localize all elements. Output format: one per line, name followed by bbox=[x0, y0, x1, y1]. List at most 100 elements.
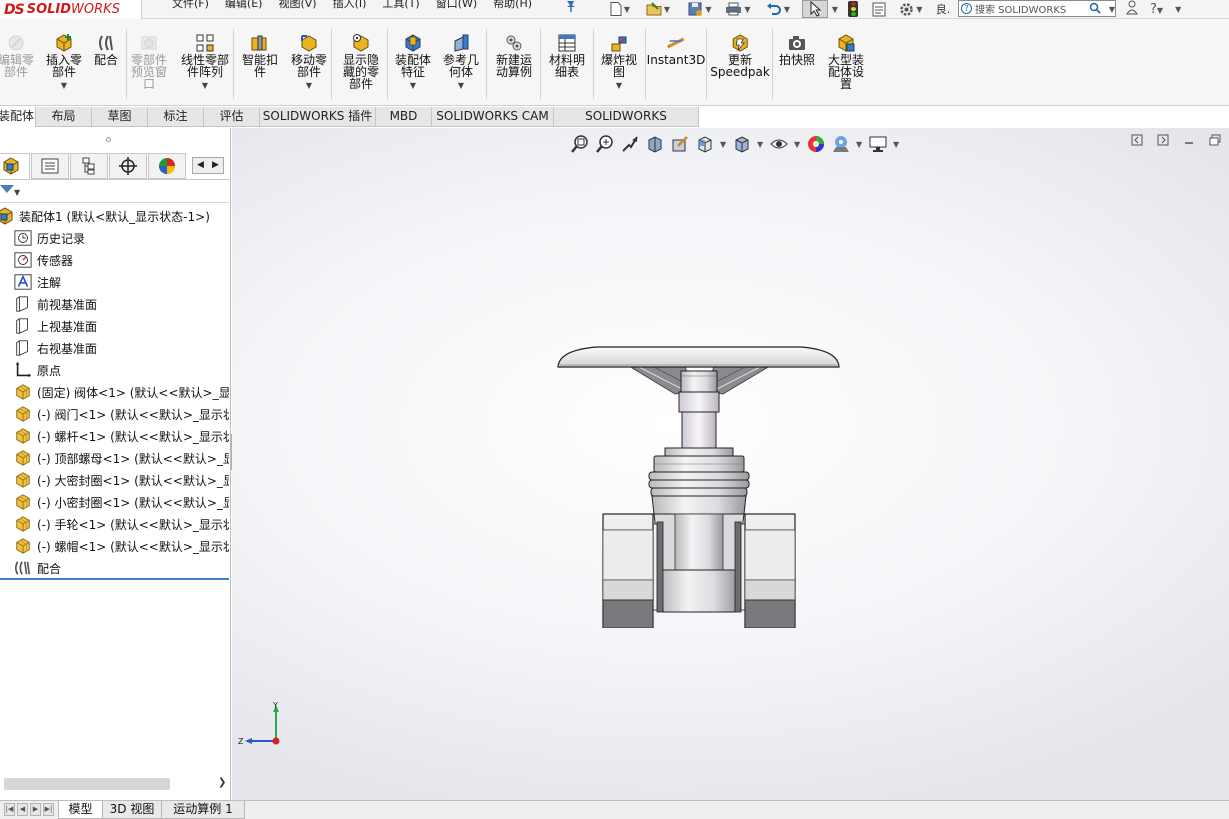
tab-inspection[interactable]: SOLIDWORKS Inspection bbox=[553, 107, 699, 142]
display-style-dropdown[interactable]: ▼ bbox=[757, 140, 764, 149]
graphics-area[interactable]: ▼ ▼ ▼ ▼ ▼ Y Z bbox=[232, 128, 1229, 800]
dynamic-annotation-icon[interactable] bbox=[670, 134, 690, 154]
tab-model[interactable]: 模型 bbox=[58, 801, 103, 819]
pin-icon[interactable] bbox=[564, 0, 578, 12]
view-settings-dropdown[interactable]: ▼ bbox=[893, 140, 900, 149]
ribbon-dropdown-arrow-icon[interactable]: ▼ bbox=[458, 82, 464, 90]
user-icon[interactable] bbox=[1126, 0, 1138, 19]
ribbon-dropdown-arrow-icon[interactable]: ▼ bbox=[410, 82, 416, 90]
tree-component-item[interactable]: (-) 手轮<1> (默认<<默认>_显示状 bbox=[14, 513, 229, 535]
view-orientation-icon[interactable] bbox=[695, 134, 715, 154]
tab-motion-study[interactable]: 运动算例 1 bbox=[161, 801, 245, 819]
file-properties-button[interactable] bbox=[870, 0, 888, 18]
section-view-icon[interactable] bbox=[645, 134, 665, 154]
menu-view[interactable]: 视图(V) bbox=[276, 0, 330, 17]
display-style-icon[interactable] bbox=[732, 134, 752, 154]
menu-tools[interactable]: 工具(T) bbox=[380, 0, 433, 17]
tab-property-manager[interactable] bbox=[31, 153, 69, 179]
ribbon-snapshot-camera-button[interactable]: 拍快照 bbox=[779, 33, 815, 66]
select-dropdown[interactable]: ▼ bbox=[830, 0, 838, 18]
ribbon-reference-geometry-button[interactable]: 参考几 何体 ▼ bbox=[443, 33, 479, 90]
tree-item[interactable]: 注解 bbox=[14, 271, 229, 293]
view-settings-icon[interactable] bbox=[868, 134, 888, 154]
tab-display-manager[interactable] bbox=[148, 153, 186, 179]
tab-sketch[interactable]: 草图 bbox=[91, 107, 148, 127]
apply-scene-dropdown[interactable]: ▼ bbox=[856, 140, 863, 149]
hide-show-items-icon[interactable] bbox=[769, 134, 789, 154]
panel-collapse-handle[interactable] bbox=[106, 137, 111, 142]
last-tab-icon[interactable]: ▶| bbox=[43, 803, 54, 816]
new-document-button[interactable]: ▼ bbox=[604, 0, 636, 18]
tree-item[interactable]: 前视基准面 bbox=[14, 293, 229, 315]
ribbon-component-preview-button[interactable]: 零部件 预览窗 口 bbox=[131, 33, 167, 90]
filter-dropdown-icon[interactable]: ▼ bbox=[14, 188, 20, 197]
view-orientation-dropdown[interactable]: ▼ bbox=[720, 140, 727, 149]
previous-view-icon[interactable] bbox=[620, 134, 640, 154]
options-button[interactable]: ▼ bbox=[896, 0, 926, 18]
tree-component-item[interactable]: (-) 大密封圈<1> (默认<<默认>_显 bbox=[14, 469, 229, 491]
minimize-icon[interactable] bbox=[1183, 134, 1195, 149]
undo-button[interactable]: ▼ bbox=[762, 0, 794, 18]
maximize-icon[interactable] bbox=[1209, 134, 1221, 149]
ribbon-new-motion-study-button[interactable]: 新建运 动算例 bbox=[496, 33, 532, 78]
tree-item[interactable]: 历史记录 bbox=[14, 227, 229, 249]
tab-addins[interactable]: SOLIDWORKS 插件 bbox=[259, 107, 376, 127]
tab-assembly[interactable]: 装配体 bbox=[0, 107, 36, 127]
tree-root-assembly[interactable]: 装配体1 (默认<默认_显示状态-1>) bbox=[0, 205, 210, 227]
search-input[interactable]: ? 搜索 SOLIDWORKS bbox=[958, 0, 1116, 17]
ribbon-assembly-feature-button[interactable]: 装配体 特征 ▼ bbox=[395, 33, 431, 90]
ribbon-smart-fastener-button[interactable]: 智能扣 件 bbox=[242, 33, 278, 78]
restore-left-icon[interactable] bbox=[1131, 134, 1143, 149]
tab-layout[interactable]: 布局 bbox=[35, 107, 92, 127]
save-button[interactable]: ▼ bbox=[684, 0, 716, 18]
tree-divider[interactable] bbox=[0, 578, 229, 580]
tab-configuration-manager[interactable] bbox=[70, 153, 108, 179]
tree-component-item[interactable]: (-) 小密封圈<1> (默认<<默认>_显 bbox=[14, 491, 229, 513]
hide-show-dropdown[interactable]: ▼ bbox=[794, 140, 801, 149]
first-tab-icon[interactable]: |◀ bbox=[4, 803, 15, 816]
ribbon-bill-of-materials-button[interactable]: 材料明 细表 bbox=[549, 33, 585, 78]
toolbar-overflow[interactable]: 良. bbox=[932, 0, 954, 18]
apply-scene-icon[interactable] bbox=[831, 134, 851, 154]
tree-component-item[interactable]: (-) 顶部螺母<1> (默认<<默认>_显 bbox=[14, 447, 229, 469]
zoom-to-area-icon[interactable] bbox=[595, 134, 615, 154]
horizontal-scrollbar[interactable] bbox=[4, 778, 170, 790]
tab-feature-manager[interactable] bbox=[0, 153, 30, 179]
tab-3d-view[interactable]: 3D 视图 bbox=[102, 801, 162, 819]
tree-item[interactable]: 右视基准面 bbox=[14, 337, 229, 359]
solidworks-logo[interactable]: DS SOLIDWORKS bbox=[0, 0, 142, 19]
scroll-left-icon[interactable]: ◀ bbox=[193, 158, 208, 173]
ribbon-exploded-view-button[interactable]: 爆炸视 图 ▼ bbox=[601, 33, 637, 90]
ribbon-linear-pattern-button[interactable]: 线性零部 件阵列 ▼ bbox=[181, 33, 229, 90]
filter-funnel-icon[interactable] bbox=[0, 185, 14, 193]
menu-file[interactable]: 文件(F) bbox=[170, 0, 223, 17]
restore-right-icon[interactable] bbox=[1157, 134, 1169, 149]
ribbon-edit-component-button[interactable]: 编辑零 部件 bbox=[0, 33, 34, 78]
gate-valve-model[interactable] bbox=[557, 344, 840, 628]
ribbon-large-assembly-button[interactable]: 大型装 配体设 置 bbox=[828, 33, 864, 90]
open-button[interactable]: ▼ bbox=[642, 0, 674, 18]
tab-mbd[interactable]: MBD bbox=[375, 107, 432, 127]
tree-component-item[interactable]: (固定) 阀体<1> (默认<<默认>_显示 bbox=[14, 381, 229, 403]
tree-item[interactable]: 原点 bbox=[14, 359, 229, 381]
rebuild-traffic-light-icon[interactable] bbox=[848, 1, 858, 17]
search-icon[interactable] bbox=[1089, 2, 1101, 17]
menu-edit[interactable]: 编辑(E) bbox=[223, 0, 277, 17]
tree-item[interactable]: 配合 bbox=[14, 557, 229, 579]
prev-tab-icon[interactable]: ◀ bbox=[17, 803, 28, 816]
next-tab-icon[interactable]: ▶ bbox=[30, 803, 41, 816]
tab-evaluate[interactable]: 评估 bbox=[203, 107, 260, 127]
edit-appearance-icon[interactable] bbox=[806, 134, 826, 154]
menu-help[interactable]: 帮助(H) bbox=[491, 0, 546, 17]
help-icon[interactable]: ?▼ bbox=[1150, 2, 1163, 17]
search-dropdown[interactable]: ▼ bbox=[1107, 0, 1115, 18]
ribbon-move-component-button[interactable]: 移动零 部件 ▼ bbox=[291, 33, 327, 90]
ribbon-dropdown-arrow-icon[interactable]: ▼ bbox=[616, 82, 622, 90]
tree-item[interactable]: 上视基准面 bbox=[14, 315, 229, 337]
more-icon[interactable]: ▼ bbox=[1175, 5, 1181, 14]
ribbon-speedpak-button[interactable]: 更新 Speedpak bbox=[710, 33, 770, 78]
tree-item[interactable]: 传感器 bbox=[14, 249, 229, 271]
select-button[interactable] bbox=[802, 0, 828, 18]
print-button[interactable]: ▼ bbox=[722, 0, 754, 18]
ribbon-insert-component-button[interactable]: 插入零 部件 ▼ bbox=[46, 33, 82, 90]
